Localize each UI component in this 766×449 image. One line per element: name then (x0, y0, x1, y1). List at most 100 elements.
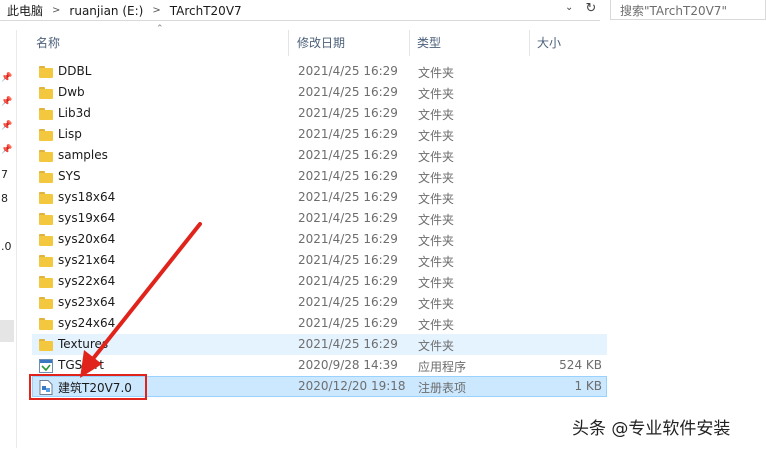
folder-icon (39, 297, 53, 309)
file-row[interactable]: sys21x64 2021/4/25 16:29 文件夹 (32, 250, 607, 271)
file-row[interactable]: DDBL 2021/4/25 16:29 文件夹 (32, 61, 607, 82)
file-modified: 2021/4/25 16:29 (298, 337, 398, 351)
file-type: 文件夹 (418, 87, 455, 101)
chevron-down-icon[interactable]: ⌄ (565, 2, 573, 13)
file-row[interactable]: sys22x64 2021/4/25 16:29 文件夹 (32, 271, 607, 292)
file-name: 建筑T20V7.0 (58, 381, 132, 395)
file-type: 文件夹 (418, 276, 455, 290)
file-type: 应用程序 (418, 360, 467, 374)
nav-item-label[interactable]: .0 (1, 240, 12, 253)
file-modified: 2021/4/25 16:29 (298, 316, 398, 330)
file-size: 524 KB (559, 358, 602, 372)
folder-icon (39, 213, 53, 225)
folder-icon (39, 318, 53, 330)
file-name: Textures (58, 337, 109, 351)
folder-icon (39, 108, 53, 120)
file-name: Lib3d (58, 106, 91, 120)
application-icon (39, 359, 53, 373)
file-name: sys22x64 (58, 274, 116, 288)
file-row[interactable]: SYS 2021/4/25 16:29 文件夹 (32, 166, 607, 187)
file-row[interactable]: 建筑T20V7.0 2020/12/20 19:18 注册表项 1 KB (32, 376, 607, 397)
file-row[interactable]: TGStart 2020/9/28 14:39 应用程序 524 KB (32, 355, 607, 376)
file-type: 文件夹 (418, 213, 455, 227)
registry-file-icon (39, 380, 53, 395)
address-bar[interactable]: 此电脑 > ruanjian (E:) > TArchT20V7 ⌄ ↻ (0, 0, 600, 21)
file-row[interactable]: sys19x64 2021/4/25 16:29 文件夹 (32, 208, 607, 229)
column-divider[interactable] (288, 30, 289, 56)
chevron-right-icon[interactable]: > (52, 5, 60, 16)
file-type: 文件夹 (418, 234, 455, 248)
folder-icon (39, 255, 53, 267)
file-modified: 2021/4/25 16:29 (298, 232, 398, 246)
file-type: 文件夹 (418, 318, 455, 332)
file-name: sys20x64 (58, 232, 116, 246)
column-divider[interactable] (529, 30, 530, 56)
file-type: 文件夹 (418, 339, 455, 353)
column-size[interactable]: 大小 (537, 34, 561, 51)
file-row[interactable]: sys23x64 2021/4/25 16:29 文件夹 (32, 292, 607, 313)
folder-icon (39, 276, 53, 288)
file-modified: 2021/4/25 16:29 (298, 190, 398, 204)
file-row[interactable]: sys24x64 2021/4/25 16:29 文件夹 (32, 313, 607, 334)
folder-icon (39, 339, 53, 351)
pane-divider[interactable] (16, 30, 17, 448)
file-type: 文件夹 (418, 129, 455, 143)
watermark: 头条 @专业软件安装 (572, 419, 731, 439)
column-type[interactable]: 类型 (417, 34, 441, 51)
pin-icon[interactable]: 📌 (1, 145, 13, 155)
file-name: sys23x64 (58, 295, 116, 309)
column-modified[interactable]: 修改日期 (297, 34, 345, 51)
column-divider[interactable] (409, 30, 410, 56)
folder-icon (39, 171, 53, 183)
breadcrumb-drive[interactable]: ruanjian (E:) (69, 4, 143, 18)
file-row[interactable]: Dwb 2021/4/25 16:29 文件夹 (32, 82, 607, 103)
pin-icon[interactable]: 📌 (1, 97, 13, 107)
file-modified: 2020/12/20 19:18 (298, 379, 406, 393)
file-type: 文件夹 (418, 297, 455, 311)
file-name: sys19x64 (58, 211, 116, 225)
search-input[interactable]: 搜索"TArchT20V7" (610, 0, 766, 20)
pin-icon[interactable]: 📌 (1, 121, 13, 131)
file-modified: 2021/4/25 16:29 (298, 274, 398, 288)
file-type: 文件夹 (418, 171, 455, 185)
folder-icon (39, 87, 53, 99)
folder-icon (39, 234, 53, 246)
file-name: samples (58, 148, 108, 162)
breadcrumb-this-pc[interactable]: 此电脑 (7, 2, 43, 19)
file-modified: 2021/4/25 16:29 (298, 127, 398, 141)
file-row[interactable]: samples 2021/4/25 16:29 文件夹 (32, 145, 607, 166)
file-name: sys21x64 (58, 253, 116, 267)
file-type: 文件夹 (418, 150, 455, 164)
folder-icon (39, 150, 53, 162)
file-row[interactable]: sys20x64 2021/4/25 16:29 文件夹 (32, 229, 607, 250)
chevron-right-icon[interactable]: > (152, 5, 160, 16)
pin-icon[interactable]: 📌 (1, 73, 13, 83)
nav-item-label[interactable]: 8 (1, 192, 8, 205)
refresh-icon[interactable]: ↻ (583, 1, 599, 17)
file-name: sys24x64 (58, 316, 116, 330)
nav-item-label[interactable]: 7 (1, 168, 8, 181)
column-header: ⌃ 名称 修改日期 类型 大小 (28, 24, 603, 56)
nav-item-selected[interactable] (0, 320, 14, 342)
folder-icon (39, 66, 53, 78)
file-modified: 2021/4/25 16:29 (298, 85, 398, 99)
file-row[interactable]: Lib3d 2021/4/25 16:29 文件夹 (32, 103, 607, 124)
breadcrumb: 此电脑 > ruanjian (E:) > TArchT20V7 (7, 2, 242, 19)
file-modified: 2021/4/25 16:29 (298, 169, 398, 183)
file-name: SYS (58, 169, 81, 183)
file-row[interactable]: Textures 2021/4/25 16:29 文件夹 (32, 334, 607, 355)
file-type: 文件夹 (418, 255, 455, 269)
file-name: Lisp (58, 127, 82, 141)
file-name: TGStart (58, 358, 104, 372)
column-name[interactable]: 名称 (36, 34, 60, 51)
file-type: 文件夹 (418, 66, 455, 80)
folder-icon (39, 192, 53, 204)
file-modified: 2021/4/25 16:29 (298, 106, 398, 120)
breadcrumb-folder[interactable]: TArchT20V7 (170, 4, 242, 18)
file-modified: 2021/4/25 16:29 (298, 64, 398, 78)
file-size: 1 KB (574, 379, 602, 393)
file-name: Dwb (58, 85, 85, 99)
file-modified: 2020/9/28 14:39 (298, 358, 398, 372)
file-row[interactable]: Lisp 2021/4/25 16:29 文件夹 (32, 124, 607, 145)
file-row[interactable]: sys18x64 2021/4/25 16:29 文件夹 (32, 187, 607, 208)
